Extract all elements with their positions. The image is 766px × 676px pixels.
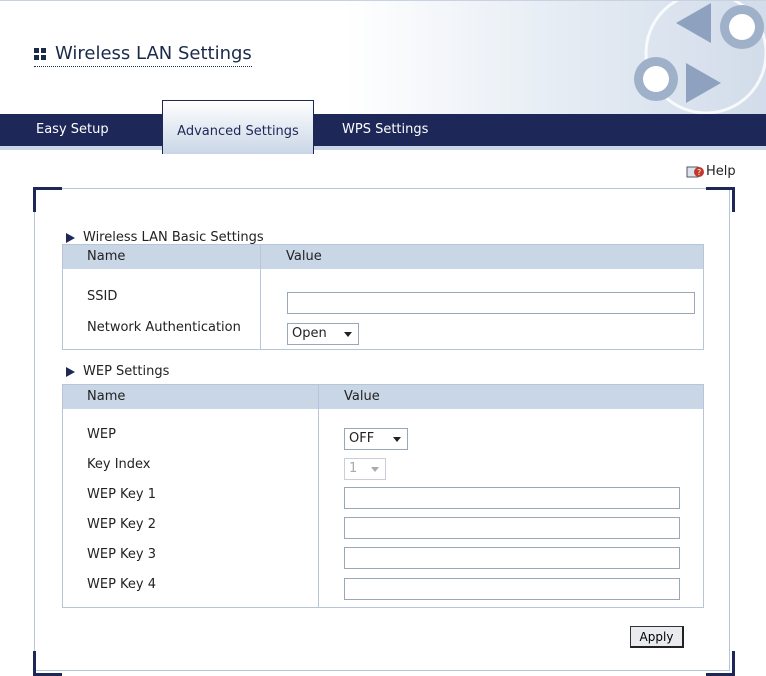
triangle-icon — [66, 232, 75, 243]
wep-key-3-label: WEP Key 3 — [87, 547, 157, 562]
chevron-down-icon — [344, 332, 352, 337]
section-wep-label: WEP Settings — [83, 364, 170, 379]
section-wep-title: WEP Settings — [66, 364, 169, 379]
page-title: Wireless LAN Settings — [34, 43, 252, 67]
network-auth-label: Network Authentication — [87, 320, 241, 335]
header-banner: Wireless LAN Settings — [0, 0, 766, 115]
wep-key-4-input[interactable] — [344, 578, 680, 600]
wep-key-2-label: WEP Key 2 — [87, 517, 157, 532]
tab-advanced-settings[interactable]: Advanced Settings — [162, 100, 314, 154]
ssid-label: SSID — [87, 289, 118, 304]
key-index-select[interactable]: 1 — [344, 458, 386, 480]
svg-text:?: ? — [697, 168, 701, 177]
table-header — [63, 245, 703, 269]
wep-select[interactable]: OFF — [344, 428, 408, 450]
chevron-down-icon — [371, 467, 379, 472]
wep-key-3-input[interactable] — [344, 547, 680, 569]
network-graphic-icon — [634, 1, 766, 115]
col-name-header: Name — [87, 249, 126, 264]
frame-corner — [706, 651, 735, 676]
column-divider — [318, 385, 319, 607]
triangle-icon — [66, 366, 75, 377]
key-index-value: 1 — [349, 461, 358, 476]
grid-icon — [34, 47, 48, 61]
table-header — [63, 385, 703, 409]
section-basic-label: Wireless LAN Basic Settings — [83, 230, 264, 245]
section-basic-title: Wireless LAN Basic Settings — [66, 230, 264, 245]
help-label: Help — [706, 164, 736, 179]
frame-corner — [33, 187, 62, 212]
col-name-header: Name — [87, 389, 126, 404]
network-auth-value: Open — [292, 326, 327, 341]
wep-label: WEP — [87, 427, 116, 442]
ssid-input[interactable] — [287, 292, 695, 314]
column-divider — [260, 245, 261, 349]
nav-bar: Easy Setup WPS Settings — [0, 114, 766, 146]
wep-value: OFF — [349, 431, 375, 446]
wep-key-2-input[interactable] — [344, 517, 680, 539]
frame-corner — [33, 651, 62, 676]
help-icon: ? — [686, 166, 704, 177]
nav-underline — [0, 146, 766, 150]
key-index-label: Key Index — [87, 457, 151, 472]
chevron-down-icon — [393, 437, 401, 442]
col-value-header: Value — [344, 389, 380, 404]
tab-easy-setup[interactable]: Easy Setup — [36, 114, 109, 146]
help-link[interactable]: ? Help — [686, 164, 736, 179]
wep-key-4-label: WEP Key 4 — [87, 577, 157, 592]
wep-key-1-input[interactable] — [344, 487, 680, 509]
frame-corner — [706, 187, 735, 212]
col-value-header: Value — [286, 249, 322, 264]
wep-key-1-label: WEP Key 1 — [87, 487, 157, 502]
page-title-text: Wireless LAN Settings — [55, 43, 252, 64]
apply-button[interactable]: Apply — [630, 626, 684, 648]
network-auth-select[interactable]: Open — [287, 323, 359, 345]
tab-wps-settings[interactable]: WPS Settings — [342, 114, 428, 146]
